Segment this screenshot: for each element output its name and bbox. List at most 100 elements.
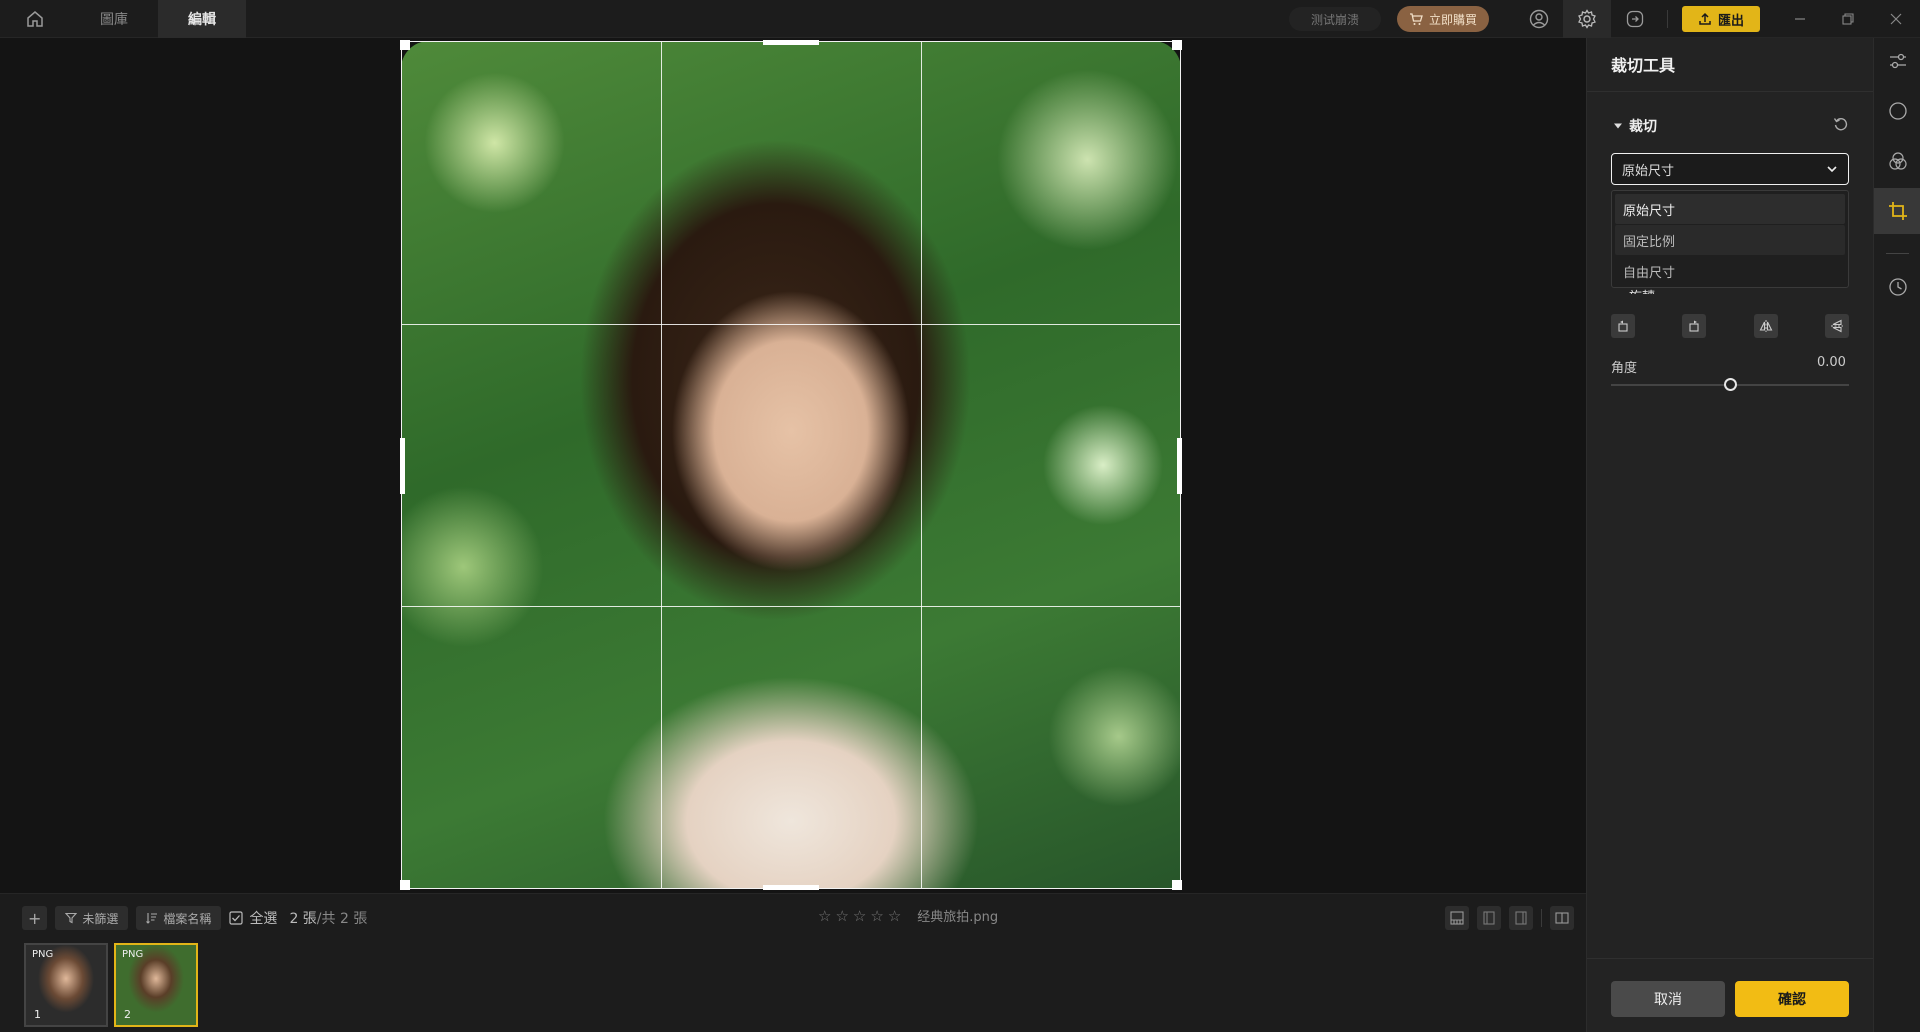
filter-button[interactable]: 未篩選 xyxy=(55,906,129,930)
compare-icon xyxy=(1555,912,1569,924)
settings-button[interactable] xyxy=(1562,0,1611,38)
retouch-tool-button[interactable] xyxy=(1874,88,1920,134)
home-button[interactable] xyxy=(0,0,70,38)
crop-size-select[interactable]: 原始尺寸 xyxy=(1611,153,1849,185)
reset-button[interactable] xyxy=(1833,116,1849,136)
option-original-size[interactable]: 原始尺寸 xyxy=(1615,194,1845,224)
angle-slider-handle[interactable] xyxy=(1723,378,1737,391)
compare-view-button[interactable] xyxy=(1550,906,1574,930)
crop-handle-top-left[interactable] xyxy=(400,40,410,50)
account-button[interactable] xyxy=(1515,0,1563,38)
share-button[interactable] xyxy=(1611,0,1659,38)
filter-icon xyxy=(65,912,78,924)
select-all-checkbox[interactable]: 全選 xyxy=(229,908,277,928)
history-tool-button[interactable] xyxy=(1874,264,1920,310)
crop-size-value: 原始尺寸 xyxy=(1622,163,1675,179)
view-side-right-button[interactable] xyxy=(1509,906,1533,930)
adjust-tool-button[interactable] xyxy=(1874,38,1920,84)
export-button[interactable]: 匯出 xyxy=(1681,6,1760,32)
app-window: 圖庫 編輯 测试崩溃 立即購買 匯出 + 未篩選 檔案名稱 全選 2 張/共 2… xyxy=(0,0,1920,1032)
crop-handle-left[interactable] xyxy=(400,438,405,494)
restore-button[interactable] xyxy=(1824,0,1872,38)
sort-label: 檔案名稱 xyxy=(163,911,212,926)
thumbnail-number: 1 xyxy=(34,1008,41,1021)
option-fixed-ratio[interactable]: 固定比例 xyxy=(1615,225,1845,255)
crop-handle-right[interactable] xyxy=(1177,438,1182,494)
thumbnail-1[interactable]: PNG 1 xyxy=(24,943,108,1027)
minimize-button[interactable] xyxy=(1776,0,1824,38)
star-icon[interactable]: ☆ xyxy=(888,907,901,925)
crop-size-dropdown: 原始尺寸 固定比例 自由尺寸 xyxy=(1611,190,1849,288)
crop-tool-panel: 裁切工具 裁切 原始尺寸 原始尺寸 固定比例 自由尺寸 旋轉 xyxy=(1586,38,1874,1032)
sort-button[interactable]: 檔案名稱 xyxy=(136,906,222,930)
crop-handle-bottom-left[interactable] xyxy=(400,880,410,890)
editing-canvas xyxy=(0,38,1586,893)
rotate-right-button[interactable] xyxy=(1682,314,1707,338)
filmstrip-view-icon xyxy=(1450,911,1464,925)
confirm-button[interactable]: 確認 xyxy=(1735,981,1849,1017)
user-icon xyxy=(1529,9,1549,29)
filmstrip-area: + 未篩選 檔案名稱 全選 2 張/共 2 張 ☆ ☆ ☆ ☆ ☆ 经典旅拍.png xyxy=(0,893,1586,1032)
file-type-badge: PNG xyxy=(32,949,54,960)
tab-edit[interactable]: 編輯 xyxy=(158,0,246,38)
crop-handle-top[interactable] xyxy=(763,40,819,45)
selected-count: 2 張 xyxy=(289,911,317,927)
crop-handle-bottom-right[interactable] xyxy=(1172,880,1182,890)
color-tool-button[interactable] xyxy=(1874,138,1920,184)
current-filename: 经典旅拍.png xyxy=(917,910,999,925)
star-icon[interactable]: ☆ xyxy=(853,907,866,925)
add-photo-button[interactable]: + xyxy=(22,906,48,930)
total-count: /共 2 張 xyxy=(316,911,368,927)
star-icon[interactable]: ☆ xyxy=(870,907,883,925)
crop-section-toggle[interactable]: 裁切 xyxy=(1613,116,1657,136)
rotate-left-button[interactable] xyxy=(1611,314,1635,338)
gear-icon xyxy=(1578,9,1596,29)
close-button[interactable] xyxy=(1872,0,1920,38)
photo-info: ☆ ☆ ☆ ☆ ☆ 经典旅拍.png xyxy=(818,906,999,926)
divider xyxy=(1666,10,1668,28)
view-filmstrip-button[interactable] xyxy=(1445,906,1469,930)
buy-now-button[interactable]: 立即購買 xyxy=(1396,6,1489,32)
caret-down-icon xyxy=(1614,123,1622,129)
angle-label: 角度 xyxy=(1611,361,1638,376)
filter-label: 未篩選 xyxy=(82,911,119,926)
divider xyxy=(1541,909,1542,927)
upload-icon xyxy=(1699,12,1711,25)
crop-grid-line xyxy=(661,42,662,888)
crop-handle-bottom[interactable] xyxy=(763,885,819,890)
star-icon[interactable]: ☆ xyxy=(818,907,831,925)
select-all-label: 全選 xyxy=(249,911,278,927)
cancel-button[interactable]: 取消 xyxy=(1611,981,1725,1017)
crop-grid-line xyxy=(921,42,922,888)
buy-now-label: 立即購買 xyxy=(1428,12,1477,27)
share-icon xyxy=(1626,10,1644,28)
trial-button[interactable]: 测试崩溃 xyxy=(1288,7,1381,31)
reset-icon xyxy=(1833,118,1848,131)
rating-stars[interactable]: ☆ ☆ ☆ ☆ ☆ xyxy=(818,907,901,925)
thumbnail-2[interactable]: PNG 2 xyxy=(114,943,198,1027)
flip-vertical-button[interactable] xyxy=(1824,314,1849,338)
minimize-icon xyxy=(1795,18,1805,20)
flip-horizontal-button[interactable] xyxy=(1753,314,1778,338)
star-icon[interactable]: ☆ xyxy=(835,907,848,925)
angle-slider[interactable] xyxy=(1611,378,1849,391)
checkbox-checked-icon xyxy=(229,911,244,925)
crop-section-label: 裁切 xyxy=(1629,119,1657,135)
filmstrip-toolbar: + 未篩選 檔案名稱 全選 2 張/共 2 張 xyxy=(0,894,1586,942)
cart-icon xyxy=(1409,13,1423,25)
top-bar: 圖庫 編輯 测试崩溃 立即購買 匯出 xyxy=(0,0,1920,38)
flip-horizontal-icon xyxy=(1759,320,1773,332)
thumbnail-number: 2 xyxy=(124,1008,131,1021)
crop-handle-top-right[interactable] xyxy=(1172,40,1182,50)
sort-icon xyxy=(146,913,158,924)
panel-right-icon xyxy=(1515,911,1527,925)
chevron-down-icon xyxy=(1827,166,1837,173)
crop-frame[interactable] xyxy=(400,40,1182,890)
tab-gallery[interactable]: 圖庫 xyxy=(70,0,158,38)
option-free-size[interactable]: 自由尺寸 xyxy=(1615,256,1845,286)
crop-tool-button[interactable] xyxy=(1874,188,1920,234)
view-side-left-button[interactable] xyxy=(1477,906,1501,930)
circle-icon xyxy=(1888,102,1907,120)
tool-rail xyxy=(1873,38,1920,1032)
file-type-badge: PNG xyxy=(122,949,144,960)
